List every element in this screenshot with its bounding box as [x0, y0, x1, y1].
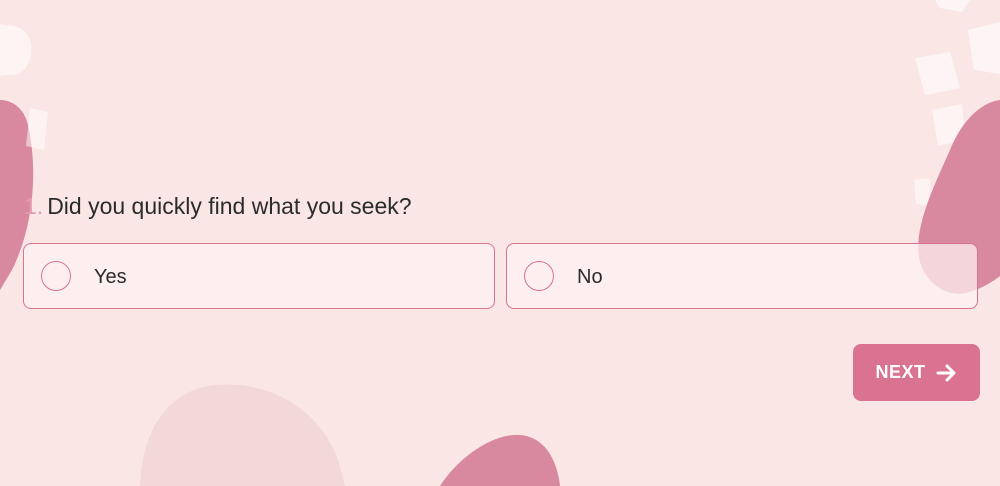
option-label-yes: Yes — [94, 266, 127, 288]
pink-blob-shape — [440, 434, 560, 486]
next-button-label: NEXT — [875, 362, 926, 382]
white-stroke-shape — [968, 22, 1000, 74]
white-stroke-shape — [915, 52, 960, 95]
white-stroke-shape — [0, 24, 32, 76]
white-stroke-shape — [26, 108, 48, 150]
next-button[interactable]: NEXT — [853, 344, 980, 401]
option-yes[interactable]: Yes — [23, 243, 495, 309]
question-number: 1. — [24, 193, 44, 219]
white-stroke-shape — [935, 0, 970, 12]
pale-blob-shape — [140, 384, 345, 486]
option-label-no: No — [577, 266, 603, 288]
radio-button-no[interactable] — [524, 261, 554, 291]
arrow-right-icon — [936, 363, 958, 383]
question-title: 1. Did you quickly find what you seek? — [24, 193, 412, 220]
question-text: Did you quickly find what you seek? — [47, 193, 412, 219]
radio-button-yes[interactable] — [41, 261, 71, 291]
option-no[interactable]: No — [506, 243, 978, 309]
white-stroke-shape — [914, 178, 930, 206]
